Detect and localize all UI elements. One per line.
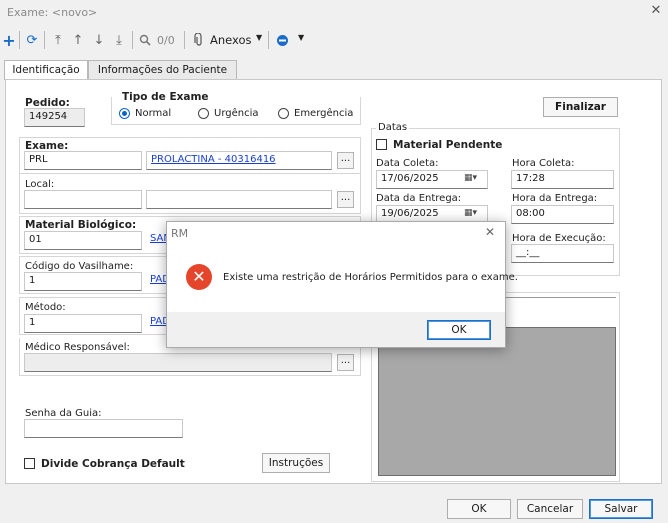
pedido-field: 149254 [24, 108, 85, 127]
hora-entrega-label: Hora da Entrega: [512, 193, 598, 204]
divide-cobranca-label: Divide Cobrança Default [41, 458, 185, 470]
exame-link[interactable]: PROLACTINA - 40316416 [151, 154, 276, 165]
search-icon[interactable] [137, 30, 153, 50]
move-first-icon[interactable]: ⤒ [50, 30, 66, 50]
data-entrega-label: Data da Entrega: [376, 193, 462, 204]
add-icon[interactable]: + [2, 30, 16, 50]
medico-label: Médico Responsável: [25, 342, 130, 353]
hora-coleta-field[interactable]: 17:28 [511, 170, 614, 189]
radio-normal-label: Normal [135, 108, 172, 119]
calendar-icon[interactable]: ▦▾ [464, 208, 477, 218]
hora-entrega-field[interactable]: 08:00 [511, 205, 614, 224]
medico-lookup-button[interactable]: ... [337, 354, 354, 371]
material-code-field[interactable]: 01 [24, 231, 142, 250]
exame-description-field[interactable]: PROLACTINA - 40316416 [146, 151, 332, 170]
dialog-ok-button[interactable]: OK [427, 320, 491, 340]
title-bar: Exame: <novo> ✕ [0, 0, 668, 26]
search-counter: 0/0 [157, 34, 175, 47]
error-dialog: RM ✕ ✕ Existe uma restrição de Horários … [166, 221, 518, 348]
vasilhame-code-field[interactable]: 1 [24, 272, 142, 291]
move-down-icon[interactable]: ↓ [91, 30, 107, 50]
local-description-field[interactable] [146, 190, 332, 209]
toolbar-separator [268, 31, 269, 49]
instrucoes-button[interactable]: Instruções [262, 453, 330, 473]
move-up-icon[interactable]: ↑ [70, 30, 86, 50]
toolbar-separator [44, 31, 45, 49]
metodo-label: Método: [25, 302, 66, 313]
vasilhame-description-field[interactable]: PAD [146, 272, 168, 291]
radio-emergencia[interactable] [278, 108, 289, 119]
refresh-icon[interactable]: ⟳ [24, 30, 40, 50]
data-coleta-label: Data Coleta: [376, 158, 439, 169]
cancelar-button[interactable]: Cancelar [517, 499, 583, 519]
dialog-title-bar: RM ✕ [167, 222, 505, 244]
vasilhame-label: Código do Vasilhame: [25, 261, 134, 272]
material-pendente-label: Material Pendente [393, 139, 503, 151]
calendar-icon[interactable]: ▦▾ [464, 173, 477, 183]
anexos-button[interactable]: Anexos [210, 33, 252, 47]
error-icon: ✕ [186, 264, 212, 290]
dialog-footer: OK [167, 312, 505, 347]
finalizar-button[interactable]: Finalizar [543, 97, 618, 117]
close-icon[interactable]: ✕ [485, 225, 495, 239]
data-coleta-value: 17/06/2025 [381, 173, 439, 184]
paperclip-icon[interactable] [193, 30, 205, 50]
hora-execucao-label: Hora de Execução: [512, 233, 606, 244]
radio-emergencia-label: Emergência [294, 108, 354, 119]
metodo-code-field[interactable]: 1 [24, 314, 142, 333]
toolbar-separator [132, 31, 133, 49]
window-title: Exame: <novo> [7, 6, 98, 19]
hora-coleta-label: Hora Coleta: [512, 158, 575, 169]
dialog-title: RM [171, 227, 189, 240]
hora-execucao-field[interactable]: __:__ [511, 244, 614, 263]
move-last-icon[interactable]: ⤓ [111, 30, 127, 50]
local-code-field[interactable] [24, 190, 142, 209]
dialog-message: Existe uma restrição de Horários Permiti… [223, 272, 518, 283]
medico-field[interactable] [24, 353, 332, 372]
local-lookup-button[interactable]: ... [337, 191, 354, 208]
senha-field[interactable] [24, 419, 183, 438]
toolbar-separator [19, 31, 20, 49]
data-entrega-value: 19/06/2025 [381, 208, 439, 219]
radio-urgencia-label: Urgência [214, 108, 259, 119]
exame-lookup-button[interactable]: ... [337, 152, 354, 169]
options-icon[interactable] [274, 30, 290, 50]
tab-informacoes-paciente[interactable]: Informações do Paciente [88, 60, 237, 80]
chevron-down-icon[interactable]: ▼ [256, 33, 262, 42]
tipo-exame-label: Tipo de Exame [120, 91, 211, 103]
radio-urgencia[interactable] [198, 108, 209, 119]
metodo-description-field[interactable]: PAD [146, 314, 168, 333]
image-preview [378, 327, 616, 476]
material-pendente-checkbox[interactable] [376, 139, 387, 150]
datas-label: Datas [376, 122, 410, 133]
chevron-down-icon[interactable]: ▼ [298, 33, 304, 42]
material-label: Material Biológico: [25, 219, 137, 231]
toolbar: + ⟳ ⤒ ↑ ↓ ⤓ 0/0 Anexos ▼ ▼ [0, 28, 668, 54]
senha-label: Senha da Guia: [25, 408, 102, 419]
tab-identificacao[interactable]: Identificação [4, 60, 88, 80]
ok-button[interactable]: OK [447, 499, 511, 519]
close-icon[interactable]: ✕ [648, 3, 664, 19]
divide-cobranca-checkbox[interactable] [24, 458, 35, 469]
toolbar-separator [184, 31, 185, 49]
radio-normal[interactable] [119, 108, 130, 119]
exame-code-field[interactable]: PRL [24, 151, 142, 170]
salvar-button[interactable]: Salvar [589, 499, 653, 519]
local-label: Local: [25, 179, 55, 190]
